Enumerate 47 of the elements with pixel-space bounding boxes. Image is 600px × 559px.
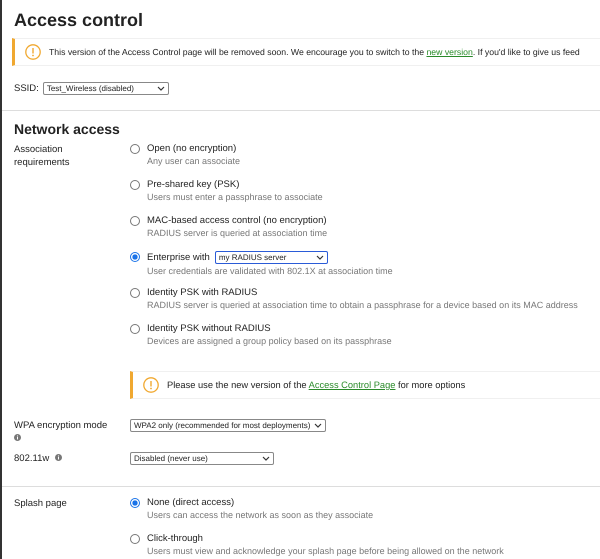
field-label: Splash page xyxy=(14,498,67,509)
wpa-mode-select[interactable]: WPA2 only (recommended for most deployments) xyxy=(130,419,326,432)
option-description: Any user can associate xyxy=(147,156,240,166)
section-heading: Network access xyxy=(13,120,121,139)
access-control-link[interactable]: Access Control Page xyxy=(308,380,396,390)
option-label: Enterprise with xyxy=(147,252,210,263)
radio-button[interactable] xyxy=(130,144,140,154)
new-version-link[interactable]: new version xyxy=(426,47,473,57)
page-title: Access control xyxy=(13,9,144,32)
banner-text: This version of the Access Control page will be removed soon. We encourage you to switch to the new version. If you'd like to give us feed xyxy=(49,47,580,57)
radio-button[interactable] xyxy=(130,288,140,298)
field-label: WPA encryption mode xyxy=(14,420,108,431)
field-label: 802.11w xyxy=(14,453,50,464)
ssid-label: SSID: xyxy=(14,82,39,94)
option-label: Click-through xyxy=(147,533,203,544)
option-label: Open (no encryption) xyxy=(147,143,236,154)
warning-icon xyxy=(25,44,41,60)
caret-icon xyxy=(314,423,322,428)
radio-button[interactable] xyxy=(130,216,140,226)
option-description: RADIUS server is queried at association time to obtain a passphrase for a device based on its MAC address xyxy=(147,300,578,310)
option-description: RADIUS server is queried at association time xyxy=(147,228,328,238)
option-label: Pre-shared key (PSK) xyxy=(147,179,240,190)
option-label: Identity PSK with RADIUS xyxy=(147,287,258,298)
caret-icon xyxy=(316,255,324,260)
radio-button[interactable] xyxy=(130,180,140,190)
caret-icon xyxy=(156,86,165,90)
caret-icon xyxy=(262,456,270,461)
warning-icon xyxy=(143,377,159,393)
info-icon[interactable] xyxy=(14,434,21,441)
field-label: Association requirements xyxy=(14,143,70,169)
radio-button[interactable] xyxy=(130,498,140,508)
notice-text: Please use the new version of the Access Control Page for more options xyxy=(167,380,466,390)
option-label: None (direct access) xyxy=(147,497,234,508)
option-description: Users can access the network as soon as they associate xyxy=(147,510,374,520)
radio-button[interactable] xyxy=(130,534,140,544)
option-label: Identity PSK without RADIUS xyxy=(147,323,271,334)
radio-button[interactable] xyxy=(130,324,140,334)
info-icon[interactable] xyxy=(55,454,62,461)
ssid-select[interactable]: Test_Wireless (disabled) xyxy=(42,82,169,94)
protection-select[interactable]: Disabled (never use) xyxy=(130,452,274,465)
option-description: Users must view and acknowledge your splash page before being allowed on the network xyxy=(147,546,504,556)
option-label: MAC-based access control (no encryption) xyxy=(147,215,327,226)
option-description: User credentials are validated with 802.1X at association time xyxy=(147,266,393,276)
radius-server-select[interactable]: my RADIUS server xyxy=(214,251,328,264)
option-description: Devices are assigned a group policy based on its passphrase xyxy=(147,336,392,346)
option-description: Users must enter a passphrase to associate xyxy=(147,192,323,202)
radio-button[interactable] xyxy=(130,252,140,262)
